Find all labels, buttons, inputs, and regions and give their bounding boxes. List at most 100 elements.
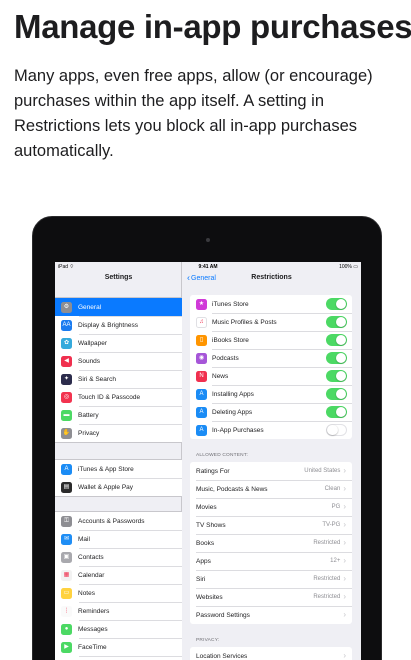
restriction-row-news: N News	[190, 367, 352, 385]
restriction-label: Deleting Apps	[212, 408, 253, 416]
setting-row-websites[interactable]: Websites Restricted ›	[190, 588, 352, 606]
setting-row-books[interactable]: Books Restricted ›	[190, 534, 352, 552]
setting-row-apps[interactable]: Apps 12+ ›	[190, 552, 352, 570]
privacy-group: Location Services ›	[190, 647, 352, 660]
setting-row-password-settings[interactable]: Password Settings ›	[190, 606, 352, 624]
news-toggle[interactable]	[326, 370, 347, 382]
front-camera	[206, 238, 210, 242]
sidebar-item-label: iTunes & App Store	[78, 465, 134, 473]
restriction-row-installing-apps: A Installing Apps	[190, 385, 352, 403]
setting-row-music-podcasts-and-news[interactable]: Music, Podcasts & News Clean ›	[190, 480, 352, 498]
setting-label: Websites	[196, 593, 223, 601]
sidebar-item-messages[interactable]: ● Messages	[55, 620, 182, 638]
sidebar-item-wallpaper[interactable]: ✿ Wallpaper	[55, 334, 182, 352]
setting-label: Books	[196, 539, 215, 547]
sidebar-item-general[interactable]: ⚙ General	[55, 298, 182, 316]
sidebar-item-battery[interactable]: ▬ Battery	[55, 406, 182, 424]
intro-paragraph: Many apps, even free apps, allow (or enc…	[14, 67, 373, 160]
music-note-icon: ♫	[196, 316, 207, 328]
restriction-row-music-profiles-and-posts: ♫ Music Profiles & Posts	[190, 313, 352, 331]
battery-icon: ▬	[61, 409, 72, 421]
restriction-label: Podcasts	[212, 354, 239, 362]
podcasts-icon: ◉	[196, 352, 207, 364]
setting-row-movies[interactable]: Movies PG ›	[190, 498, 352, 516]
installing-apps-toggle[interactable]	[326, 388, 347, 400]
sidebar-item-label: Sounds	[78, 357, 101, 365]
back-button[interactable]: ‹ General	[187, 273, 216, 283]
toggle-knob	[327, 424, 338, 436]
setting-value: Clean	[324, 486, 341, 492]
flower-icon: ✿	[61, 337, 72, 349]
aa-icon: AA	[61, 319, 72, 331]
toggle-knob	[335, 316, 347, 328]
restriction-row-in-app-purchases: A In-App Purchases	[190, 421, 352, 439]
sidebar-item-touch-id-and-passcode[interactable]: ◎ Touch ID & Passcode	[55, 388, 182, 406]
chevron-right-icon: ›	[343, 556, 346, 565]
sidebar-item-maps[interactable]: ➤Maps	[55, 656, 182, 660]
sidebar-item-label: Wallpaper	[78, 339, 108, 347]
sidebar-item-contacts[interactable]: ▣ Contacts	[55, 548, 182, 566]
restriction-label: In-App Purchases	[212, 426, 264, 434]
sidebar-item-label: Display & Brightness	[78, 321, 138, 329]
chevron-right-icon: ›	[343, 520, 346, 529]
setting-value: United States	[304, 468, 341, 474]
chevron-right-icon: ›	[343, 592, 346, 601]
setting-value: Restricted	[313, 540, 341, 546]
messages-icon: ●	[61, 623, 72, 635]
sidebar-item-notes[interactable]: ▭ Notes	[55, 584, 182, 602]
sidebar-item-label: FaceTime	[78, 643, 107, 651]
back-label: General	[191, 275, 216, 282]
sidebar-item-mail[interactable]: ✉ Mail	[55, 530, 182, 548]
restrictions-detail-pane: ‹ General Restrictions ★ iTunes Store ♫ Mus…	[182, 262, 361, 660]
sidebar-item-itunes-and-app-store[interactable]: AiTunes & App Store	[55, 460, 182, 478]
ibooks-store-toggle[interactable]	[326, 334, 347, 346]
sidebar-item-calendar[interactable]: ▦ Calendar	[55, 566, 182, 584]
ipad-device: Settings ⚙ General AA Display & Brightness ✿…	[32, 216, 382, 660]
sidebar-item-siri-and-search[interactable]: ✦ Siri & Search	[55, 370, 182, 388]
speaker-icon: ◀	[61, 355, 72, 367]
sidebar-item-reminders[interactable]: ⋮ Reminders	[55, 602, 182, 620]
sidebar-item-display-and-brightness[interactable]: AA Display & Brightness	[55, 316, 182, 334]
in-app-purchases-toggle[interactable]	[326, 424, 347, 436]
toggle-knob	[335, 352, 347, 364]
setting-value: Restricted	[313, 576, 341, 582]
setting-row-siri[interactable]: Siri Restricted ›	[190, 570, 352, 588]
setting-label: Movies	[196, 503, 217, 511]
news-icon: N	[196, 370, 207, 382]
sidebar-item-facetime[interactable]: ▶ FaceTime	[55, 638, 182, 656]
setting-label: Apps	[196, 557, 211, 565]
sidebar-item-privacy[interactable]: ✋ Privacy	[55, 424, 182, 442]
restriction-row-itunes-store: ★ iTunes Store	[190, 295, 352, 313]
podcasts-toggle[interactable]	[326, 352, 347, 364]
chevron-right-icon: ›	[343, 484, 346, 493]
setting-label: Music, Podcasts & News	[196, 485, 268, 493]
sidebar-item-wallet-and-apple-pay[interactable]: ▤ Wallet & Apple Pay	[55, 478, 182, 496]
sidebar-item-sounds[interactable]: ◀ Sounds	[55, 352, 182, 370]
sidebar-item-label: Messages	[78, 625, 108, 633]
setting-label: Ratings For	[196, 467, 230, 475]
music-profiles-and-posts-toggle[interactable]	[326, 316, 347, 328]
hand-icon: ✋	[61, 427, 72, 439]
restriction-label: Installing Apps	[212, 390, 254, 398]
facetime-icon: ▶	[61, 641, 72, 653]
restriction-label: Music Profiles & Posts	[212, 318, 277, 326]
chevron-right-icon: ›	[343, 502, 346, 511]
toggle-knob	[335, 370, 347, 382]
deleting-apps-toggle[interactable]	[326, 406, 347, 418]
fingerprint-icon: ◎	[61, 391, 72, 403]
chevron-right-icon: ›	[343, 538, 346, 547]
sidebar-item-label: Accounts & Passwords	[78, 517, 145, 525]
setting-row-location-services[interactable]: Location Services ›	[190, 647, 352, 660]
itunes-store-toggle[interactable]	[326, 298, 347, 310]
sidebar-item-accounts-and-passwords[interactable]: ⚿ Accounts & Passwords	[55, 512, 182, 530]
setting-label: TV Shows	[196, 521, 226, 529]
key-icon: ⚿	[61, 515, 72, 527]
toggle-knob	[335, 388, 347, 400]
setting-row-tv-shows[interactable]: TV Shows TV-PG ›	[190, 516, 352, 534]
toggle-knob	[335, 406, 347, 418]
setting-row-ratings-for[interactable]: Ratings For United States ›	[190, 462, 352, 480]
sidebar-item-label: Siri & Search	[78, 375, 116, 383]
setting-value: PG	[331, 504, 341, 510]
setting-value: Restricted	[313, 594, 341, 600]
privacy-header: PRIVACY:	[196, 638, 220, 643]
